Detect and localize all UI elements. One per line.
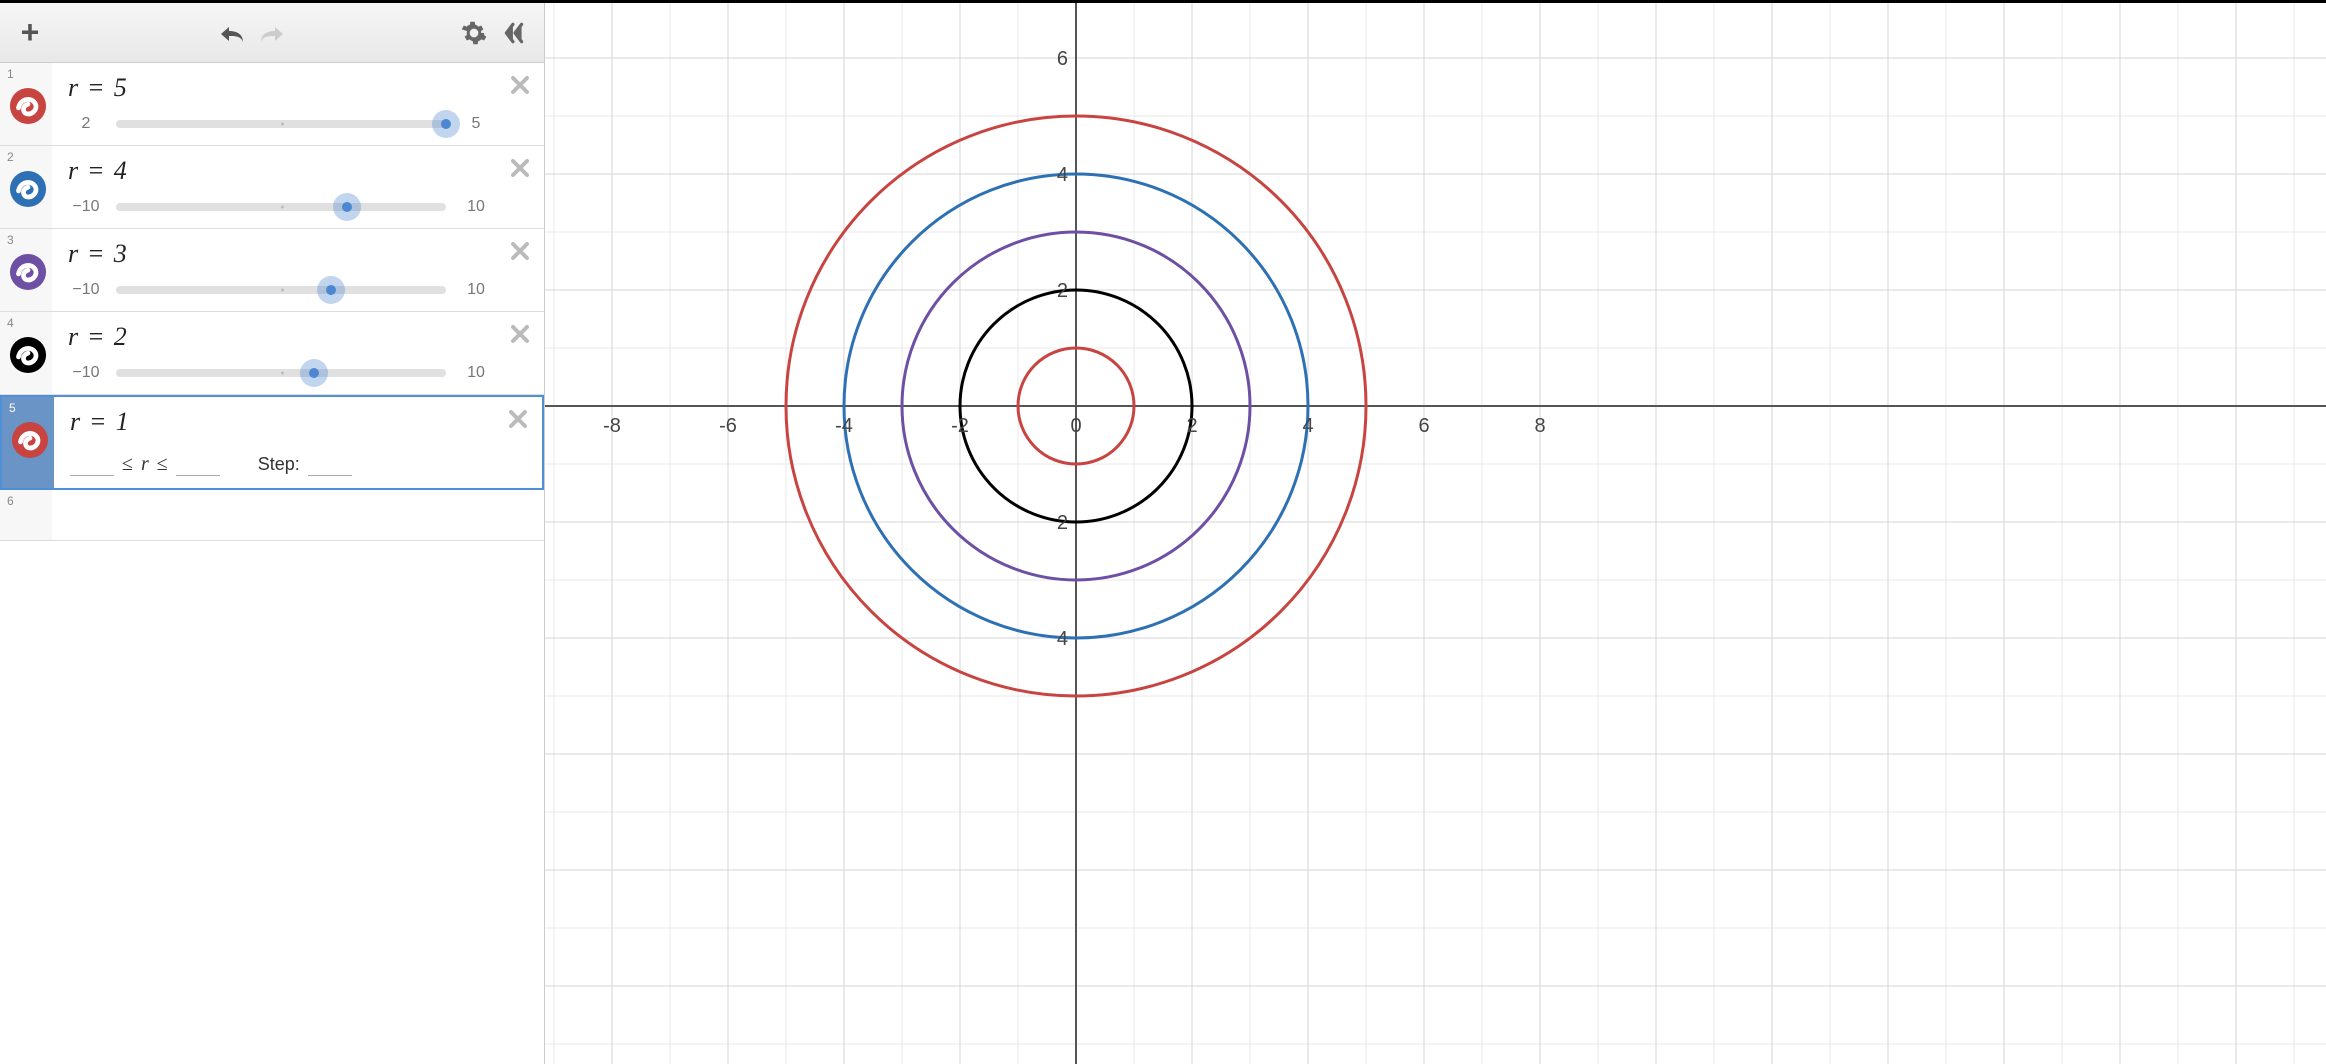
slider-max[interactable]: 10 <box>458 198 494 216</box>
slider-track[interactable] <box>116 286 446 294</box>
expression-index: 2 <box>0 146 52 228</box>
slider-row: 25 <box>68 115 494 133</box>
svg-text:-2: -2 <box>951 415 969 437</box>
expression-index: 3 <box>0 229 52 311</box>
redo-button[interactable] <box>252 13 292 53</box>
expression-formula[interactable]: r = 5 <box>68 73 494 103</box>
svg-text:6: 6 <box>1418 415 1429 437</box>
expression-item[interactable]: 2 r = 4 −10 10 <box>0 146 544 229</box>
gear-icon <box>461 20 487 46</box>
expression-item[interactable]: 5 r = 1 ≤r≤Step: <box>0 395 544 490</box>
svg-text:2: 2 <box>1057 280 1068 302</box>
expression-color-icon[interactable] <box>9 87 47 125</box>
svg-text:0: 0 <box>1070 415 1081 437</box>
svg-text:4: 4 <box>1057 628 1068 650</box>
svg-text:8: 8 <box>1534 415 1545 437</box>
expression-body[interactable] <box>52 490 544 540</box>
slider-thumb[interactable] <box>300 359 328 387</box>
slider-row: −10 10 <box>68 364 494 382</box>
add-expression-button[interactable]: + <box>10 13 50 53</box>
expression-formula[interactable]: r = 4 <box>68 156 494 186</box>
bounds-row: ≤r≤Step: <box>70 449 492 476</box>
slider-thumb[interactable] <box>317 276 345 304</box>
expression-body[interactable]: r = 4 −10 10 <box>52 146 544 228</box>
collapse-panel-button[interactable] <box>494 13 534 53</box>
toolbar: + <box>0 3 544 63</box>
expression-formula[interactable]: r = 1 <box>70 407 492 437</box>
expression-formula[interactable]: r = 2 <box>68 322 494 352</box>
slider-thumb[interactable] <box>432 110 460 138</box>
expression-body[interactable]: r = 525 <box>52 63 544 145</box>
expression-list: 1 r = 5252 r = 4−10103 r = 3−10104 r = 2… <box>0 63 544 1064</box>
expression-body[interactable]: r = 1 ≤r≤Step: <box>54 397 542 488</box>
expression-item[interactable]: 3 r = 3 −10 10 <box>0 229 544 312</box>
svg-text:4: 4 <box>1302 415 1313 437</box>
expression-index: 5 <box>2 397 54 488</box>
svg-text:6: 6 <box>1057 48 1068 70</box>
slider-track[interactable] <box>116 120 446 128</box>
expression-color-icon[interactable] <box>9 253 47 291</box>
expression-item[interactable]: 4 r = 2 −10 10 <box>0 312 544 395</box>
slider-min[interactable]: −10 <box>68 198 104 216</box>
slider-track[interactable] <box>116 203 446 211</box>
svg-text:-4: -4 <box>835 415 853 437</box>
app-root: + 1 r = 5252 r = 4−10103 r = 3−10104 <box>0 0 2326 1064</box>
undo-button[interactable] <box>212 13 252 53</box>
expression-color-icon[interactable] <box>11 421 49 459</box>
svg-text:-8: -8 <box>603 415 621 437</box>
delete-expression-button[interactable] <box>506 71 534 99</box>
expression-panel: + 1 r = 5252 r = 4−10103 r = 3−10104 <box>0 3 545 1064</box>
bounds-step-input[interactable] <box>308 453 352 476</box>
slider-max[interactable]: 5 <box>458 115 494 133</box>
slider-row: −10 10 <box>68 281 494 299</box>
slider-min[interactable]: −10 <box>68 281 104 299</box>
svg-text:4: 4 <box>1057 164 1068 186</box>
expression-index: 4 <box>0 312 52 394</box>
expression-index: 1 <box>0 63 52 145</box>
slider-thumb[interactable] <box>333 193 361 221</box>
step-label: Step: <box>258 454 300 475</box>
svg-text:2: 2 <box>1057 512 1068 534</box>
expression-body[interactable]: r = 3 −10 10 <box>52 229 544 311</box>
expression-color-icon[interactable] <box>9 336 47 374</box>
graph-canvas[interactable]: -8 -6 -4 -2 0 2 4 6 8 2 4 6 2 4 <box>545 3 2326 1064</box>
delete-expression-button[interactable] <box>506 320 534 348</box>
svg-text:2: 2 <box>1186 415 1197 437</box>
bounds-lower-input[interactable] <box>70 453 114 476</box>
expression-item-empty[interactable]: 6 <box>0 490 544 541</box>
expression-color-icon[interactable] <box>9 170 47 208</box>
bounds-upper-input[interactable] <box>176 453 220 476</box>
redo-icon <box>257 22 287 44</box>
slider-min[interactable]: −10 <box>68 364 104 382</box>
expression-body[interactable]: r = 2 −10 10 <box>52 312 544 394</box>
slider-max[interactable]: 10 <box>458 364 494 382</box>
delete-expression-button[interactable] <box>504 405 532 433</box>
slider-max[interactable]: 10 <box>458 281 494 299</box>
delete-expression-button[interactable] <box>506 237 534 265</box>
settings-button[interactable] <box>454 13 494 53</box>
expression-formula[interactable]: r = 3 <box>68 239 494 269</box>
slider-row: −10 10 <box>68 198 494 216</box>
slider-track[interactable] <box>116 369 446 377</box>
expression-index: 6 <box>0 490 52 540</box>
expression-item[interactable]: 1 r = 525 <box>0 63 544 146</box>
delete-expression-button[interactable] <box>506 154 534 182</box>
slider-min[interactable]: 2 <box>68 115 104 133</box>
undo-icon <box>217 22 247 44</box>
chevron-double-left-icon <box>501 20 527 46</box>
svg-text:-6: -6 <box>719 415 737 437</box>
